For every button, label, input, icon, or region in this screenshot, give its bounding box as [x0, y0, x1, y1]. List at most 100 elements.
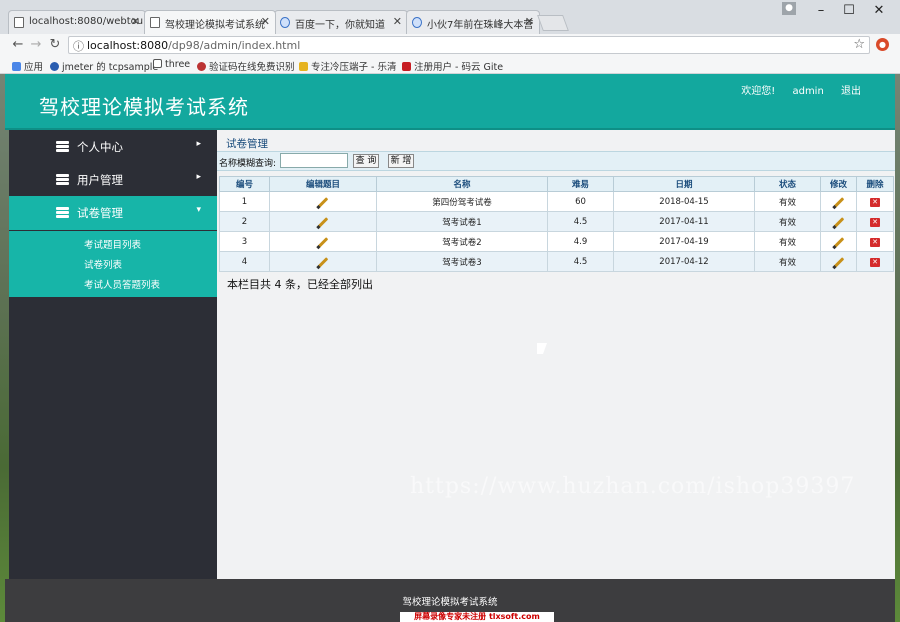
footer-text: 驾校理论模拟考试系统	[402, 597, 498, 608]
column-header: 编辑题目	[269, 176, 377, 192]
delete-icon[interactable]: ✕	[870, 197, 880, 207]
app-header: 驾校理论模拟考试系统 欢迎您! admin 退出	[5, 74, 895, 130]
column-header: 编号	[219, 176, 270, 192]
cell-status: 有效	[754, 231, 821, 252]
username-link[interactable]: admin	[792, 86, 823, 97]
list-summary: 本栏目共 4 条，已经全部列出	[227, 278, 373, 291]
recorder-badge: 屏幕录像专家未注册 tlxsoft.com	[400, 612, 554, 622]
modify-pencil-icon[interactable]	[833, 256, 844, 268]
baidu-icon	[280, 17, 290, 28]
cell-difficulty: 4.5	[547, 211, 614, 232]
logout-link[interactable]: 退出	[841, 86, 861, 97]
reload-icon[interactable]: ↻	[47, 36, 63, 54]
table-row: 2 驾考试卷1 4.5 2017-04-11 有效 ✕	[219, 211, 894, 232]
chevron-right-icon: ▸	[196, 172, 201, 182]
stack-icon	[56, 174, 69, 185]
cell-name: 第四份驾考试卷	[376, 191, 548, 212]
bookmark-apps[interactable]: 应用	[12, 59, 43, 73]
edit-questions-pencil-icon[interactable]	[317, 196, 329, 208]
submenu-question-list[interactable]: 考试题目列表	[84, 237, 141, 251]
delete-icon[interactable]: ✕	[870, 257, 880, 267]
main-content: 试卷管理 名称模糊查询: 查 询 新 增 编号 编辑题目 名称 难易 日期 状态	[217, 130, 895, 579]
tab-label: 百度一下，你就知道	[295, 20, 385, 31]
info-icon[interactable]: ⓘ	[73, 38, 84, 54]
page-title-bar: 试卷管理	[217, 132, 895, 152]
extension-icon[interactable]: ●	[876, 38, 889, 51]
bookmarks-bar: 应用 jmeter 的 tcpsample three 验证码在线免费识别 专注…	[0, 56, 900, 74]
app-window: 驾校理论模拟考试系统 欢迎您! admin 退出 个人中心 ▸ 用户管理 ▸ 试…	[5, 74, 895, 622]
submenu-answer-list[interactable]: 考试人员答题列表	[84, 277, 160, 291]
cell-name: 驾考试卷1	[376, 211, 548, 232]
browser-tab-webtou[interactable]: localhost:8080/webtou ✕	[8, 10, 146, 34]
cell-id: 4	[219, 251, 270, 272]
close-icon[interactable]: ✕	[393, 15, 402, 28]
sidebar-item-personal-center[interactable]: 个人中心 ▸	[9, 130, 217, 164]
cell-difficulty: 4.5	[547, 251, 614, 272]
header-links: 欢迎您! admin 退出	[727, 82, 861, 97]
bookmark-jmeter[interactable]: jmeter 的 tcpsample	[50, 59, 158, 73]
table-row: 3 驾考试卷2 4.9 2017-04-19 有效 ✕	[219, 231, 894, 252]
bookmark-gitee[interactable]: 注册用户 - 码云 Gite	[402, 59, 503, 73]
column-header: 删除	[856, 176, 894, 192]
close-icon[interactable]: ✕	[131, 15, 140, 28]
mouse-cursor-icon	[537, 343, 547, 354]
cell-date: 2017-04-19	[613, 231, 755, 252]
url-host: localhost:8080	[87, 39, 169, 52]
paper-table: 编号 编辑题目 名称 难易 日期 状态 修改 删除 1 第四份驾考试卷 60 2…	[219, 176, 894, 272]
page-title: 试卷管理	[226, 138, 268, 150]
forward-arrow-icon[interactable]: →	[28, 36, 44, 54]
page-icon	[150, 17, 160, 28]
browser-tab-baidu[interactable]: 百度一下，你就知道 ✕	[274, 10, 408, 34]
cell-difficulty: 60	[547, 191, 614, 212]
modify-pencil-icon[interactable]	[833, 196, 844, 208]
window-close-icon[interactable]: ✕	[864, 2, 894, 22]
maximize-icon[interactable]: ☐	[834, 2, 864, 22]
close-icon[interactable]: ✕	[525, 15, 534, 28]
back-arrow-icon[interactable]: ←	[10, 36, 26, 54]
modify-pencil-icon[interactable]	[833, 216, 844, 228]
column-header: 名称	[376, 176, 548, 192]
modify-pencil-icon[interactable]	[833, 236, 844, 248]
browser-tab-exam-system[interactable]: 驾校理论模拟考试系统 ✕	[144, 10, 276, 34]
bookmark-three[interactable]: three	[153, 59, 190, 70]
watermark-text: https://www.huzhan.com/ishop39397	[410, 474, 856, 499]
chevron-right-icon: ▸	[196, 139, 201, 149]
user-profile-icon[interactable]: ●	[782, 2, 796, 15]
gitee-icon	[402, 62, 411, 71]
new-tab-button[interactable]	[537, 15, 569, 31]
close-icon[interactable]: ✕	[261, 15, 270, 28]
chevron-down-icon: ▾	[196, 205, 201, 215]
minimize-icon[interactable]: –	[806, 2, 836, 22]
edit-questions-pencil-icon[interactable]	[317, 236, 329, 248]
delete-icon[interactable]: ✕	[870, 217, 880, 227]
sidebar-item-user-management[interactable]: 用户管理 ▸	[9, 163, 217, 197]
sidebar-submenu: 考试题目列表 试卷列表 考试人员答题列表	[9, 231, 217, 297]
page-icon	[14, 17, 24, 28]
cell-id: 2	[219, 211, 270, 232]
apps-grid-icon	[12, 62, 21, 71]
cell-status: 有效	[754, 211, 821, 232]
submenu-paper-list[interactable]: 试卷列表	[84, 257, 122, 271]
browser-tab-news[interactable]: 小伙7年前在珠峰大本营 ✕	[406, 10, 540, 34]
search-bar: 名称模糊查询: 查 询 新 增	[217, 152, 895, 171]
delete-icon[interactable]: ✕	[870, 237, 880, 247]
bird-icon	[299, 62, 308, 71]
search-input[interactable]	[280, 153, 348, 168]
url-input[interactable]: ⓘ localhost:8080/dp98/admin/index.html ☆	[68, 36, 870, 54]
sidebar: 个人中心 ▸ 用户管理 ▸ 试卷管理 ▾ 考试题目列表 试卷列表 考试人员答题列…	[9, 130, 217, 579]
search-label: 名称模糊查询:	[219, 159, 277, 169]
query-button[interactable]: 查 询	[353, 154, 379, 168]
add-button[interactable]: 新 增	[388, 154, 414, 168]
address-bar: ← → ↻ ⓘ localhost:8080/dp98/admin/index.…	[0, 34, 900, 56]
bookmark-terminal[interactable]: 专注冷压端子 - 乐清	[299, 59, 396, 73]
cell-date: 2018-04-15	[613, 191, 755, 212]
stack-icon	[56, 207, 69, 218]
bookmark-star-icon[interactable]: ☆	[853, 37, 865, 52]
edit-questions-pencil-icon[interactable]	[317, 216, 329, 228]
sidebar-item-paper-management[interactable]: 试卷管理 ▾	[9, 196, 217, 230]
bookmark-captcha[interactable]: 验证码在线免费识别	[197, 59, 295, 73]
browser-tabstrip: localhost:8080/webtou ✕ 驾校理论模拟考试系统 ✕ 百度一…	[0, 0, 900, 34]
cell-date: 2017-04-12	[613, 251, 755, 272]
edit-questions-pencil-icon[interactable]	[317, 256, 329, 268]
baidu-icon	[412, 17, 422, 28]
